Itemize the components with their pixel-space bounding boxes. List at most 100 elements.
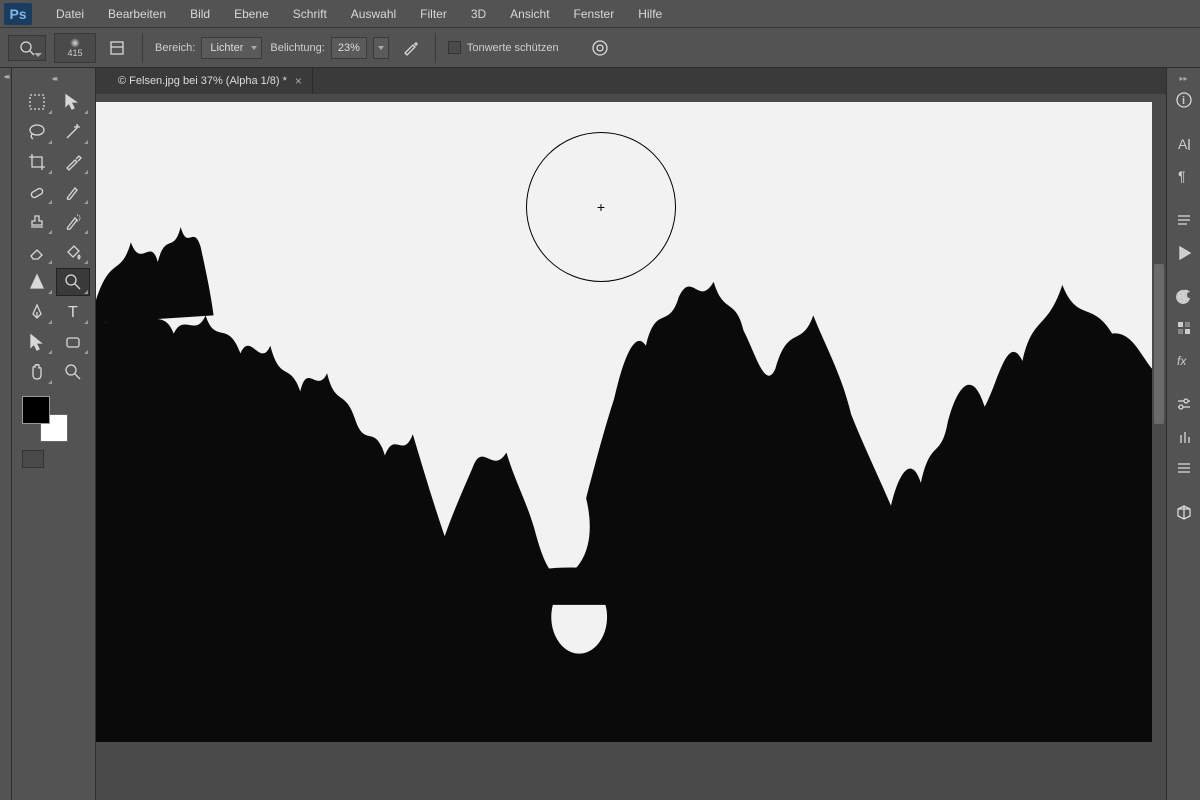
- tool-preset-picker[interactable]: [8, 35, 46, 61]
- 3d-panel-icon[interactable]: [1170, 498, 1198, 526]
- menu-bild[interactable]: Bild: [178, 0, 222, 28]
- eraser-tool[interactable]: [20, 238, 54, 266]
- lasso-icon: [27, 122, 47, 142]
- history-brush-tool[interactable]: [56, 208, 90, 236]
- paragraph-panel-icon[interactable]: ¶: [1170, 162, 1198, 190]
- play-icon: [1175, 243, 1193, 261]
- fx-icon: fx: [1175, 351, 1193, 369]
- airbrush-toggle[interactable]: [397, 35, 423, 61]
- marquee-icon: [27, 92, 47, 112]
- canvas-viewport: +: [96, 94, 1166, 800]
- menu-ansicht[interactable]: Ansicht: [498, 0, 561, 28]
- history-brush-icon: [63, 212, 83, 232]
- svg-text:i: i: [1182, 95, 1185, 107]
- brushes-icon: [1175, 427, 1193, 445]
- vertical-scrollbar[interactable]: [1152, 94, 1166, 800]
- app-logo: Ps: [4, 3, 32, 25]
- svg-text:fx: fx: [1177, 354, 1187, 368]
- info-panel-icon[interactable]: i: [1170, 86, 1198, 114]
- hand-tool[interactable]: [20, 358, 54, 386]
- magnifier-icon: [63, 272, 83, 292]
- menu-filter[interactable]: Filter: [408, 0, 459, 28]
- tool-panel-collapse[interactable]: ◂◂: [12, 72, 95, 84]
- burn-tool[interactable]: [56, 268, 90, 296]
- target-icon: [591, 39, 609, 57]
- brush-icon: [63, 182, 83, 202]
- bereich-dropdown[interactable]: Lichter: [201, 37, 262, 59]
- belichtung-value[interactable]: 23%: [331, 37, 367, 59]
- menu-bearbeiten[interactable]: Bearbeiten: [96, 0, 178, 28]
- type-tool[interactable]: T: [56, 298, 90, 326]
- belichtung-label: Belichtung:: [270, 42, 324, 54]
- belichtung-stepper[interactable]: [373, 37, 389, 59]
- zoom-tool[interactable]: [56, 358, 90, 386]
- scroll-thumb[interactable]: [1154, 264, 1164, 424]
- stamp-tool[interactable]: [20, 208, 54, 236]
- sliders-icon: [1175, 395, 1193, 413]
- foreground-swatch[interactable]: [22, 396, 50, 424]
- shape-tool[interactable]: [56, 328, 90, 356]
- magnifier-icon: [18, 39, 36, 57]
- swatches-panel-icon[interactable]: [1170, 314, 1198, 342]
- menu-datei[interactable]: Datei: [44, 0, 96, 28]
- right-collapse[interactable]: ▸▸: [1167, 72, 1200, 84]
- swatches-icon: [1175, 319, 1193, 337]
- dodge-tool[interactable]: [20, 268, 54, 296]
- menu-ebene[interactable]: Ebene: [222, 0, 281, 28]
- lasso-tool[interactable]: [20, 118, 54, 146]
- menu-3d[interactable]: 3D: [459, 0, 498, 28]
- adjustments-panel-icon[interactable]: [1170, 390, 1198, 418]
- document-tab-title: © Felsen.jpg bei 37% (Alpha 1/8) *: [118, 75, 287, 87]
- styles-panel-icon[interactable]: fx: [1170, 346, 1198, 374]
- bereich-label: Bereich:: [155, 42, 195, 54]
- eyedropper-tool[interactable]: [56, 148, 90, 176]
- eraser-icon: [27, 242, 47, 262]
- stamp-icon: [27, 212, 47, 232]
- crop-tool[interactable]: [20, 148, 54, 176]
- menu-auswahl[interactable]: Auswahl: [339, 0, 408, 28]
- palette-icon: [1175, 287, 1193, 305]
- fill-tool[interactable]: [56, 238, 90, 266]
- airbrush-icon: [401, 39, 419, 57]
- tool-panel: ◂◂ T: [12, 68, 96, 800]
- color-panel-icon[interactable]: [1170, 282, 1198, 310]
- document-tabs: © Felsen.jpg bei 37% (Alpha 1/8) * ×: [96, 68, 1166, 94]
- wand-tool[interactable]: [56, 118, 90, 146]
- brushes-panel-icon[interactable]: [1170, 422, 1198, 450]
- heal-tool[interactable]: [20, 178, 54, 206]
- hand-icon: [27, 362, 47, 382]
- cube-icon: [1175, 503, 1193, 521]
- marquee-tool[interactable]: [20, 88, 54, 116]
- layers-icon: [1175, 211, 1193, 229]
- character-panel-icon[interactable]: A: [1170, 130, 1198, 158]
- eyedropper-icon: [63, 152, 83, 172]
- brush-panel-toggle[interactable]: [104, 35, 130, 61]
- document-tab[interactable]: © Felsen.jpg bei 37% (Alpha 1/8) * ×: [108, 68, 313, 94]
- pen-tool[interactable]: [20, 298, 54, 326]
- protect-tones-label: Tonwerte schützen: [467, 42, 559, 54]
- standard-mode-button[interactable]: [22, 450, 44, 468]
- type-icon: T: [63, 302, 83, 322]
- move-tool[interactable]: [56, 88, 90, 116]
- protect-tones-checkbox[interactable]: [448, 41, 461, 54]
- menu-hilfe[interactable]: Hilfe: [626, 0, 674, 28]
- left-collapse-strip[interactable]: ◂◂: [0, 68, 12, 800]
- close-icon[interactable]: ×: [295, 74, 302, 88]
- layers-panel-icon[interactable]: [1170, 206, 1198, 234]
- brush-picker[interactable]: 415: [54, 33, 96, 63]
- menu-fenster[interactable]: Fenster: [562, 0, 627, 28]
- brush-dot-icon: [70, 38, 80, 48]
- dodge-icon: [27, 272, 47, 292]
- svg-text:¶: ¶: [1178, 168, 1186, 184]
- bucket-icon: [63, 242, 83, 262]
- wand-icon: [63, 122, 83, 142]
- pressure-toggle[interactable]: [587, 35, 613, 61]
- brush-tool[interactable]: [56, 178, 90, 206]
- path-select-tool[interactable]: [20, 328, 54, 356]
- color-swatches[interactable]: [22, 396, 68, 442]
- image-canvas[interactable]: +: [96, 102, 1152, 742]
- presets-panel-icon[interactable]: [1170, 454, 1198, 482]
- pen-icon: [27, 302, 47, 322]
- menu-schrift[interactable]: Schrift: [281, 0, 339, 28]
- actions-panel-icon[interactable]: [1170, 238, 1198, 266]
